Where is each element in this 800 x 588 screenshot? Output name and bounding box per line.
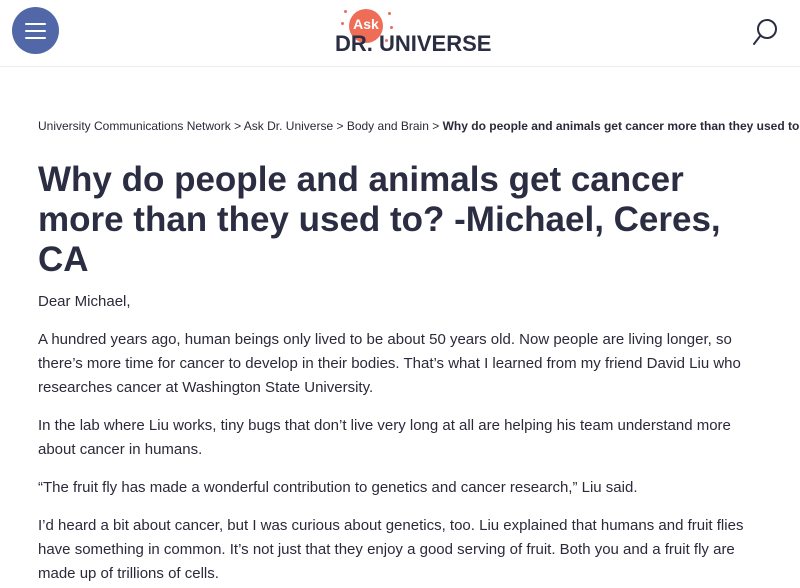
logo-wordmark: DR. UNIVERSE [335,31,492,56]
logo-spark-icon [344,10,347,13]
hamburger-menu-icon [25,23,46,25]
article-paragraph-greeting: Dear Michael, [38,293,131,310]
breadcrumb-separator: > [432,119,440,133]
search-button[interactable] [748,14,782,50]
breadcrumb-link-ucn[interactable]: University Communications Network [38,119,231,133]
article-paragraph: I’d heard a bit about cancer, but I was … [38,517,744,582]
article-body: Dear Michael, A hundred years ago, human… [38,290,758,588]
breadcrumb-separator: > [336,119,344,133]
site-header: Ask DR. UNIVERSE [0,0,800,67]
breadcrumb-link-body-and-brain[interactable]: Body and Brain [347,119,429,133]
article-paragraph: “The fruit fly has made a wonderful cont… [38,479,638,496]
hamburger-menu-icon-bar [25,30,46,32]
logo-spark-icon [388,12,391,15]
menu-button[interactable] [12,7,59,54]
article-paragraph: A hundred years ago, human beings only l… [38,331,741,396]
hamburger-menu-icon-bar [25,37,46,39]
search-icon [753,19,777,45]
logo-spark-icon [390,26,393,29]
breadcrumb-separator: > [234,119,242,133]
logo-spark-icon [341,22,344,25]
breadcrumb-link-ask-dr-universe[interactable]: Ask Dr. Universe [244,119,333,133]
page-title: Why do people and animals get cancer mor… [38,160,721,279]
article-paragraph: In the lab where Liu works, tiny bugs th… [38,417,731,458]
logo-ask-text: Ask [353,16,379,32]
breadcrumb-current: Why do people and animals get cancer mor… [442,119,800,133]
breadcrumb: University Communications Network > Ask … [38,119,800,133]
site-logo[interactable]: Ask DR. UNIVERSE [330,4,491,62]
